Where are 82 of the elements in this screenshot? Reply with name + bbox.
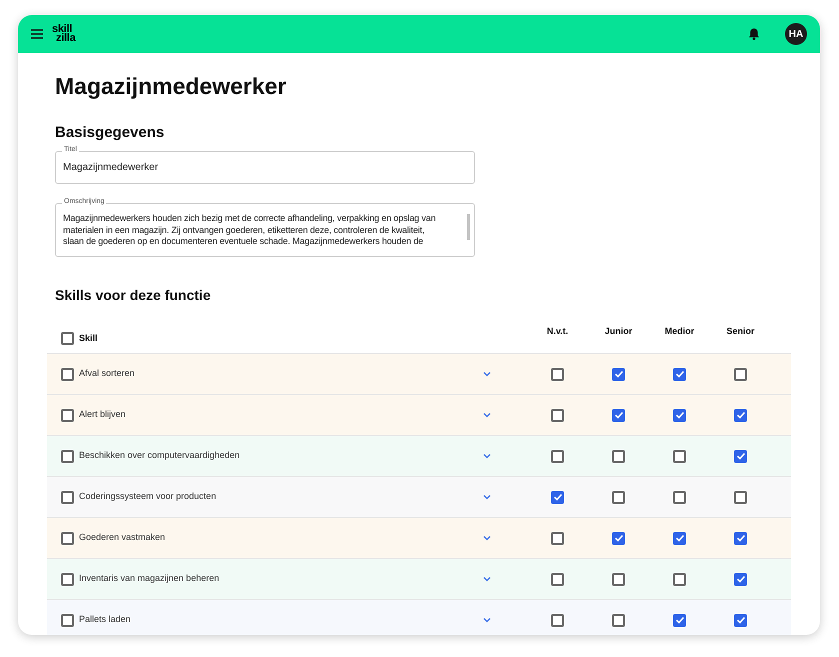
check-icon (674, 615, 684, 625)
level-checkbox[interactable] (734, 614, 747, 626)
page-title: Magazijnmedewerker (55, 72, 288, 101)
chevron-down-icon[interactable] (483, 576, 491, 582)
skill-name: Alert blijven (79, 408, 126, 422)
level-checkbox[interactable] (612, 572, 625, 586)
section-heading: Skills voor deze functie (55, 286, 212, 305)
level-checkbox[interactable] (551, 614, 564, 626)
menu-icon[interactable] (30, 29, 44, 39)
skill-name: Inventaris van magazijnen beheren (79, 572, 220, 586)
row-checkbox[interactable] (61, 368, 74, 380)
level-checkbox[interactable] (612, 532, 625, 544)
level-checkbox[interactable] (673, 490, 686, 504)
column-header: Skill (79, 332, 98, 345)
level-checkbox[interactable] (551, 450, 564, 462)
level-checkbox[interactable] (551, 368, 564, 380)
check-icon (552, 492, 562, 502)
level-checkbox[interactable] (673, 408, 686, 422)
chevron-down-icon[interactable] (483, 535, 491, 541)
level-checkbox[interactable] (673, 450, 686, 462)
bell-icon[interactable] (747, 27, 761, 41)
check-icon (674, 410, 684, 420)
level-checkbox[interactable] (551, 532, 564, 544)
title-field[interactable]: Magazijnmedewerker (55, 151, 475, 184)
row-checkbox[interactable] (61, 490, 74, 504)
check-icon (614, 369, 624, 379)
user-avatar[interactable]: HA (785, 23, 807, 45)
skill-name: Goederen vastmaken (79, 531, 166, 544)
scrollbar-thumb (467, 214, 470, 240)
check-icon (736, 574, 746, 584)
column-header: Senior (725, 324, 756, 338)
check-icon (736, 615, 746, 625)
check-icon (736, 533, 746, 543)
level-checkbox[interactable] (612, 450, 625, 462)
skill-name: Beschikken over computervaardigheden (79, 449, 240, 462)
skill-name: Afval sorteren (79, 367, 135, 380)
logo[interactable]: skill zilla (52, 25, 76, 43)
field-value: Magazijnmedewerker (63, 161, 158, 175)
chevron-down-icon[interactable] (483, 494, 491, 500)
section-heading: Basisgegevens (55, 122, 166, 142)
level-checkbox[interactable] (734, 450, 747, 462)
chevron-down-icon[interactable] (483, 617, 491, 623)
skill-name: Pallets laden (79, 613, 131, 626)
row-checkbox[interactable] (61, 450, 74, 462)
check-icon (674, 369, 684, 379)
description-line: Magazijnmedewerkers houden zich bezig met de correcte afhandeling, verpakking en opslag van (63, 213, 437, 224)
level-checkbox[interactable] (734, 532, 747, 544)
column-header: Medior (664, 324, 696, 338)
check-icon (736, 451, 746, 461)
column-header: Junior (604, 324, 634, 338)
level-checkbox[interactable] (551, 572, 564, 586)
level-checkbox[interactable] (673, 614, 686, 626)
level-checkbox[interactable] (612, 614, 625, 626)
level-checkbox[interactable] (551, 408, 564, 422)
row-checkbox[interactable] (61, 572, 74, 586)
level-checkbox[interactable] (551, 490, 564, 504)
level-checkbox[interactable] (673, 532, 686, 544)
level-checkbox[interactable] (734, 490, 747, 504)
chevron-down-icon[interactable] (483, 453, 491, 459)
row-checkbox[interactable] (61, 614, 74, 626)
level-checkbox[interactable] (734, 408, 747, 422)
description-line: slaan de goederen op en documenteren eventuele schade. Magazijnmedewerkers houden de (63, 236, 424, 248)
level-checkbox[interactable] (673, 572, 686, 586)
check-icon (736, 410, 746, 420)
level-checkbox[interactable] (612, 408, 625, 422)
check-icon (614, 533, 624, 543)
column-header: N.v.t. (546, 324, 570, 338)
select-all-checkbox[interactable] (61, 332, 74, 345)
level-checkbox[interactable] (734, 368, 747, 380)
skill-name: Coderingssysteem voor producten (79, 490, 216, 504)
level-checkbox[interactable] (673, 368, 686, 380)
level-checkbox[interactable] (612, 490, 625, 504)
level-checkbox[interactable] (734, 572, 747, 586)
level-checkbox[interactable] (612, 368, 625, 380)
check-icon (614, 410, 624, 420)
row-checkbox[interactable] (61, 408, 74, 422)
description-line: materialen in een magazijn. Zij ontvangen goederen, etiketteren deze, controleren de kwaliteit, (63, 224, 426, 236)
chevron-down-icon[interactable] (483, 412, 491, 418)
check-icon (674, 533, 684, 543)
description-field[interactable] (55, 203, 475, 257)
row-checkbox[interactable] (61, 532, 74, 544)
chevron-down-icon[interactable] (483, 371, 491, 377)
